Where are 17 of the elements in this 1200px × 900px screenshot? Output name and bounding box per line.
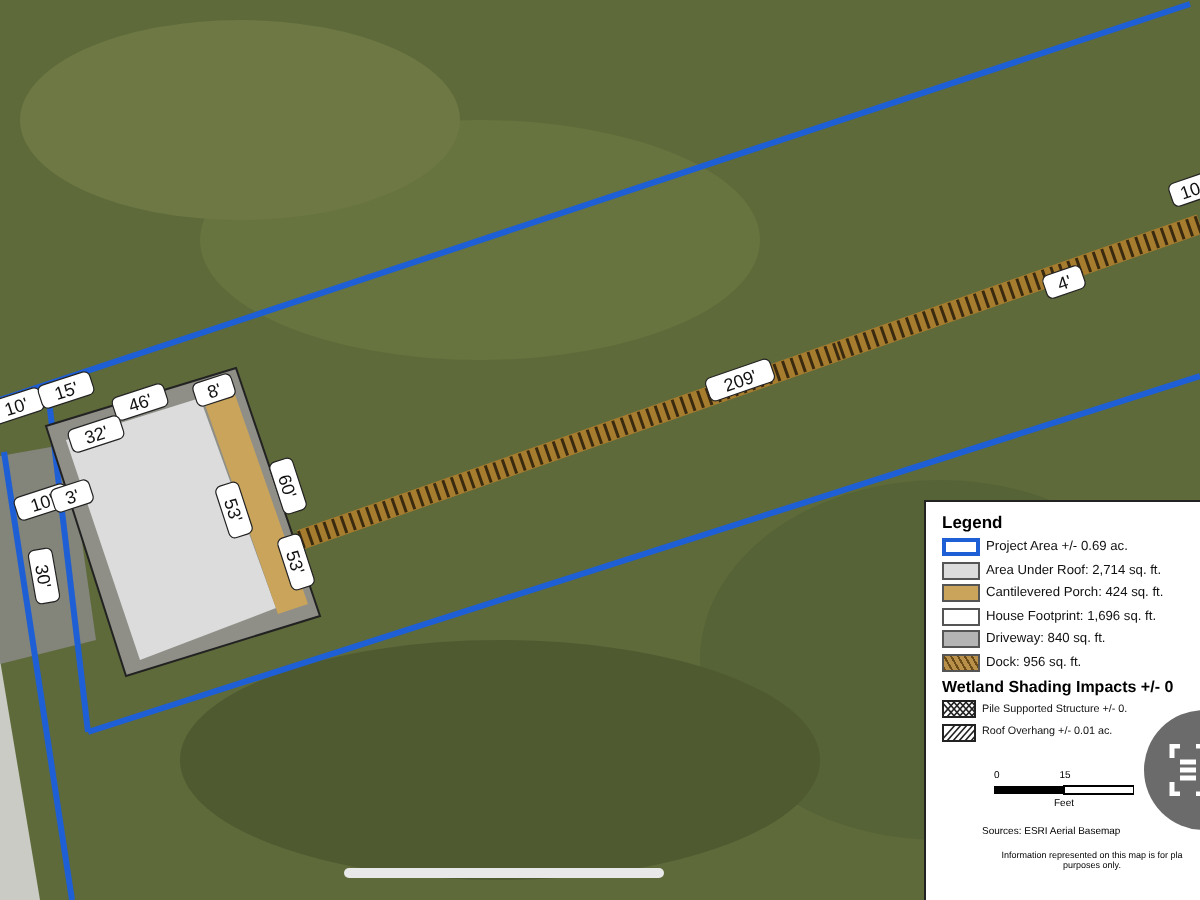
- legend-swatch: [942, 723, 976, 742]
- dimension-label: 15': [36, 369, 96, 411]
- dimension-label: 8': [190, 371, 238, 409]
- dimension-label: 30': [26, 546, 62, 606]
- dimension-label: 53': [275, 532, 317, 592]
- dimension-label: 4': [1040, 263, 1088, 301]
- dimension-label: 3': [48, 477, 96, 515]
- dimension-label: 209': [703, 356, 777, 404]
- dimension-label: 53': [213, 480, 255, 540]
- scan-icon: [1168, 744, 1200, 796]
- dimension-label: 60': [267, 456, 309, 516]
- impacts-title: Wetland Shading Impacts +/- 0: [942, 678, 1176, 696]
- dimension-label: 46': [110, 381, 170, 423]
- legend-swatch: [942, 700, 976, 719]
- scale-bar: [994, 782, 1134, 798]
- dimension-label: 32': [66, 413, 126, 455]
- legend-title: Legend: [942, 512, 1005, 532]
